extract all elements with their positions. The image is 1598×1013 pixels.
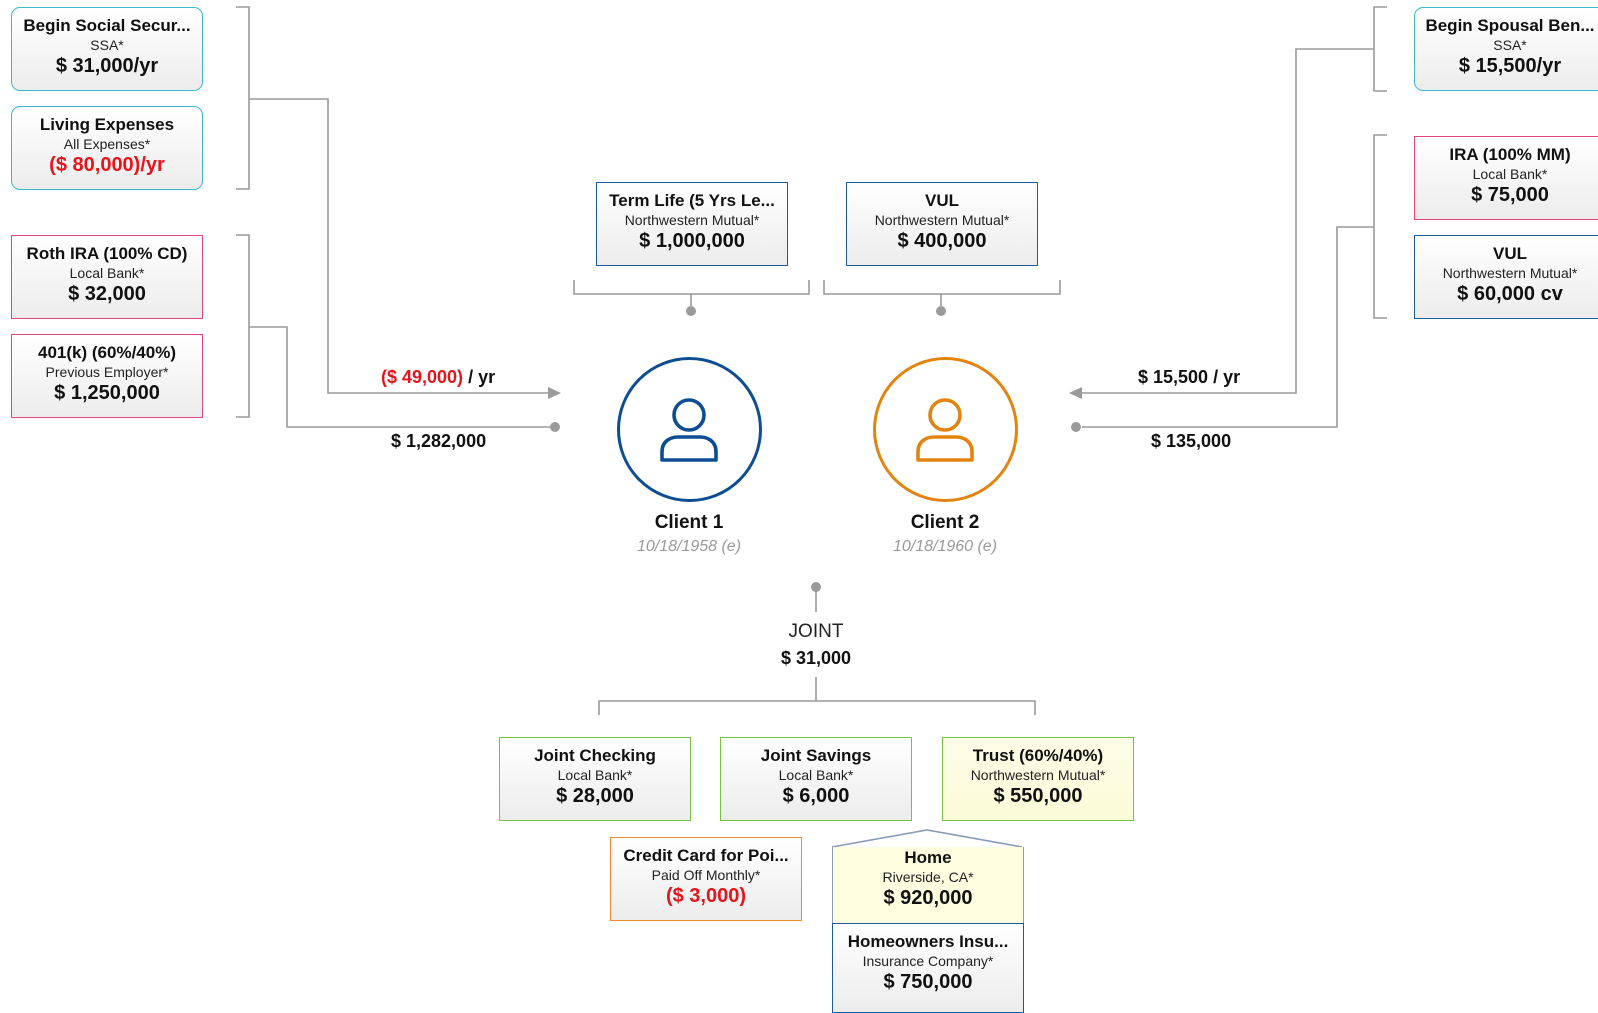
joint-label: JOINT	[788, 621, 844, 642]
card-value: $ 1,250,000	[54, 382, 160, 404]
card-subtitle: Local Bank*	[1472, 166, 1548, 182]
liability-card-credit-card[interactable]: Credit Card for Poi... Paid Off Monthly*…	[610, 837, 802, 921]
income-card-spousal-benefit[interactable]: Begin Spousal Ben... SSA* $ 15,500/yr	[1414, 7, 1598, 91]
card-subtitle: Paid Off Monthly*	[651, 867, 761, 883]
card-subtitle: SSA*	[90, 37, 124, 53]
client1-dob: 10/18/1958 (e)	[636, 538, 742, 555]
card-value: $ 15,500/yr	[1458, 55, 1562, 77]
card-subtitle: All Expenses*	[63, 136, 151, 152]
flow-negative-amount: ($ 49,000)	[381, 367, 464, 387]
client1-assets-flow: $ 1,282,000	[391, 431, 487, 451]
insurance-card-homeowners[interactable]: Homeowners Insu... Insurance Company* $ …	[832, 923, 1024, 1013]
card-value: ($ 3,000)	[665, 885, 747, 907]
card-value: $ 920,000	[883, 887, 973, 909]
asset-card-vul[interactable]: VUL Northwestern Mutual* $ 60,000 cv	[1414, 235, 1598, 319]
card-subtitle: Northwestern Mutual*	[1442, 265, 1578, 281]
card-value: $ 550,000	[993, 785, 1083, 807]
asset-card-roth-ira[interactable]: Roth IRA (100% CD) Local Bank* $ 32,000	[11, 235, 203, 319]
card-title: Home	[904, 848, 952, 867]
card-title: Homeowners Insu...	[847, 932, 1009, 951]
card-subtitle: SSA*	[1493, 37, 1527, 53]
connector-dot	[811, 582, 821, 592]
card-title: VUL	[1493, 244, 1527, 263]
arrow-right-icon	[548, 387, 561, 399]
card-subtitle: Northwestern Mutual*	[874, 212, 1010, 228]
person-icon	[660, 398, 718, 462]
asset-card-ira[interactable]: IRA (100% MM) Local Bank* $ 75,000	[1414, 136, 1598, 220]
card-title: 401(k) (60%/40%)	[38, 343, 176, 362]
card-title: Begin Spousal Ben...	[1425, 16, 1595, 35]
card-value: $ 32,000	[68, 283, 146, 305]
card-value: $ 28,000	[556, 785, 634, 807]
home-roof	[831, 829, 1023, 848]
card-value: $ 75,000	[1471, 184, 1549, 206]
card-title: Roth IRA (100% CD)	[26, 244, 188, 263]
card-subtitle: Northwestern Mutual*	[970, 767, 1106, 783]
card-title: Trust (60%/40%)	[972, 746, 1104, 765]
asset-card-401k[interactable]: 401(k) (60%/40%) Previous Employer* $ 1,…	[11, 334, 203, 418]
joint-card-savings[interactable]: Joint Savings Local Bank* $ 6,000	[720, 737, 912, 821]
card-title: Term Life (5 Yrs Le...	[609, 191, 775, 210]
card-title: Living Expenses	[39, 115, 175, 134]
person-icon	[916, 398, 974, 462]
property-card-home[interactable]: Home Riverside, CA* $ 920,000	[832, 847, 1024, 923]
insurance-card-vul[interactable]: VUL Northwestern Mutual* $ 400,000	[846, 182, 1038, 266]
card-title: Credit Card for Poi...	[623, 846, 789, 865]
card-subtitle: Previous Employer*	[45, 364, 169, 380]
card-subtitle: Local Bank*	[69, 265, 145, 281]
arrow-left-icon	[1069, 387, 1082, 399]
card-subtitle: Riverside, CA*	[882, 869, 974, 885]
income-card-social-security[interactable]: Begin Social Secur... SSA* $ 31,000/yr	[11, 7, 203, 91]
client2-dob: 10/18/1960 (e)	[892, 538, 998, 555]
card-subtitle: Insurance Company*	[862, 953, 994, 969]
card-title: Joint Checking	[534, 746, 656, 765]
card-subtitle: Local Bank*	[557, 767, 633, 783]
joint-card-trust[interactable]: Trust (60%/40%) Northwestern Mutual* $ 5…	[942, 737, 1134, 821]
card-value: $ 1,000,000	[639, 230, 745, 252]
joint-total: $ 31,000	[780, 648, 852, 668]
connector-dot	[1071, 422, 1081, 432]
card-value: $ 750,000	[883, 971, 973, 993]
expense-card-living-expenses[interactable]: Living Expenses All Expenses* ($ 80,000)…	[11, 106, 203, 190]
card-value: $ 400,000	[897, 230, 987, 252]
card-title: Joint Savings	[760, 746, 872, 765]
client2-assets-flow: $ 135,000	[1151, 431, 1232, 451]
client2-avatar[interactable]	[873, 357, 1018, 502]
client1-avatar[interactable]	[617, 357, 762, 502]
card-title: VUL	[925, 191, 959, 210]
connector-dot	[686, 306, 696, 316]
insurance-card-term-life[interactable]: Term Life (5 Yrs Le... Northwestern Mutu…	[596, 182, 788, 266]
client2-income-flow: $ 15,500 / yr	[1138, 367, 1241, 387]
card-title: IRA (100% MM)	[1449, 145, 1571, 164]
connector-dot	[550, 422, 560, 432]
joint-card-checking[interactable]: Joint Checking Local Bank* $ 28,000	[499, 737, 691, 821]
card-title: Begin Social Secur...	[23, 16, 191, 35]
client2-name: Client 2	[910, 512, 980, 533]
card-value: $ 60,000 cv	[1457, 283, 1563, 305]
client1-income-flow: ($ 49,000) / yr	[381, 367, 495, 388]
client1-name: Client 1	[654, 512, 724, 533]
card-subtitle: Northwestern Mutual*	[624, 212, 760, 228]
card-value: $ 31,000/yr	[55, 55, 159, 77]
card-value: $ 6,000	[782, 785, 850, 807]
flow-suffix: / yr	[463, 367, 496, 387]
card-value: ($ 80,000)/yr	[49, 154, 165, 176]
card-subtitle: Local Bank*	[778, 767, 854, 783]
connector-dot	[936, 306, 946, 316]
